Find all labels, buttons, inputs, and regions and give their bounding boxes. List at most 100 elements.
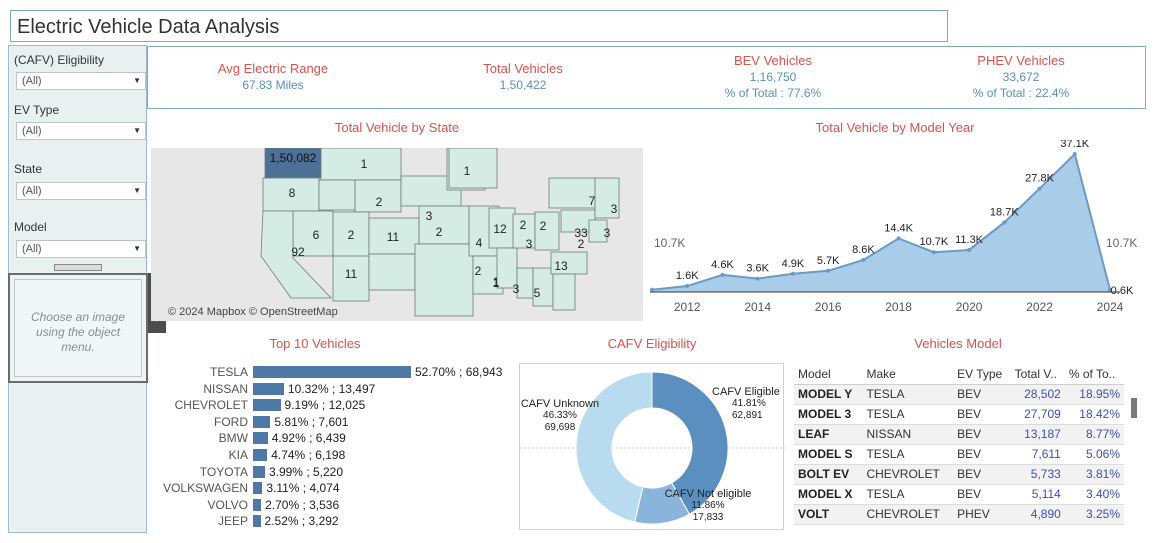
bar-value-label: 2.70% ; 3,536 bbox=[265, 497, 340, 512]
filter-select-state[interactable]: (All) ▼ bbox=[16, 182, 146, 200]
table-row[interactable]: MODEL X TESLA BEV 5,114 3.40% bbox=[794, 484, 1124, 505]
reference-label-right: 10.7K bbox=[1106, 236, 1137, 250]
page-title: Electric Vehicle Data Analysis bbox=[17, 16, 280, 38]
map-state[interactable] bbox=[552, 273, 576, 311]
map-state[interactable] bbox=[448, 148, 498, 189]
table-cell: 5.06% bbox=[1064, 444, 1124, 465]
filter-select-cafv[interactable]: (All) ▼ bbox=[16, 72, 146, 90]
kpi-panel: Avg Electric Range 67.83 Miles Total Veh… bbox=[147, 46, 1146, 109]
bar[interactable] bbox=[253, 465, 265, 478]
table-cell: BEV bbox=[953, 484, 1011, 505]
bar-value-label: 3.99% ; 5,220 bbox=[268, 464, 344, 479]
donut-label-not-eligible: CAFV Not eligible 11.86% 17,833 bbox=[660, 488, 756, 524]
bar-value-label: 4.92% ; 6,439 bbox=[271, 431, 346, 446]
table-column-header[interactable]: % of To.. bbox=[1064, 364, 1124, 385]
table-column-header[interactable]: EV Type bbox=[953, 364, 1011, 385]
map-label: 2 bbox=[540, 219, 547, 233]
state-map[interactable]: 1,50,082 1 8 2 1 6 92 2 11 3 2 12 2 4 3 … bbox=[151, 148, 643, 321]
cafv-title: CAFV Eligibility bbox=[607, 336, 697, 351]
kpi-avg-range: Avg Electric Range 67.83 Miles bbox=[198, 61, 348, 93]
filter-select-evtype[interactable]: (All) ▼ bbox=[16, 122, 146, 140]
table-cell: MODEL Y bbox=[794, 384, 863, 405]
bar[interactable] bbox=[253, 482, 263, 495]
image-object-panel[interactable]: Choose an image using the object menu. bbox=[8, 273, 148, 383]
map-label: 1,50,082 bbox=[270, 151, 317, 165]
bar-category-label: CHEVROLET bbox=[174, 398, 248, 413]
data-label: 4.9K bbox=[782, 258, 805, 270]
map-label: 7 bbox=[589, 194, 596, 208]
filter-value-cafv: (All) bbox=[22, 75, 42, 87]
reference-label-left: 10.7K bbox=[654, 236, 685, 250]
bar[interactable] bbox=[253, 415, 271, 428]
table-cell: 18.42% bbox=[1064, 404, 1124, 425]
table-row[interactable]: MODEL 3 TESLA BEV 27,709 18.42% bbox=[794, 404, 1124, 425]
data-point bbox=[826, 268, 831, 273]
bar-category-label: FORD bbox=[214, 414, 248, 429]
map-state[interactable] bbox=[534, 211, 560, 251]
kpi-title: PHEV Vehicles bbox=[977, 53, 1065, 68]
placeholder-line: menu. bbox=[61, 340, 95, 354]
bar-category-label: JEEP bbox=[217, 514, 248, 529]
resize-grip[interactable] bbox=[54, 264, 102, 271]
table-row[interactable]: LEAF NISSAN BEV 13,187 8.77% bbox=[794, 424, 1124, 445]
map-label: 3 bbox=[611, 202, 618, 216]
map-label: 2 bbox=[348, 228, 355, 242]
data-point bbox=[685, 284, 690, 289]
bar[interactable] bbox=[253, 366, 411, 378]
bar-category-label: TOYOTA bbox=[199, 464, 248, 479]
table-column-header[interactable]: Total V.. bbox=[1010, 364, 1065, 385]
table-header-row: Model Make EV Type Total V..% of To.. bbox=[794, 364, 1124, 385]
bar-value-label: 52.70% ; 68,943 bbox=[415, 365, 503, 379]
chevron-down-icon[interactable]: ▼ bbox=[133, 183, 141, 199]
chevron-down-icon[interactable]: ▼ bbox=[133, 123, 141, 139]
top10-title: Top 10 Vehicles bbox=[269, 336, 361, 351]
bar[interactable] bbox=[253, 432, 268, 445]
map-state[interactable] bbox=[368, 253, 416, 291]
table-scrollbar[interactable] bbox=[1131, 398, 1137, 418]
data-point bbox=[1037, 186, 1042, 191]
map-title: Total Vehicle by State bbox=[334, 120, 460, 135]
table-row[interactable]: BOLT EV CHEVROLET BEV 5,733 3.81% bbox=[794, 464, 1124, 485]
bar-value-label: 4.74% ; 6,198 bbox=[271, 448, 346, 462]
data-label: 1.6K bbox=[676, 270, 699, 282]
data-label: 37.1K bbox=[1060, 140, 1089, 150]
data-label: 14.4K bbox=[884, 222, 913, 234]
x-tick-label: 2024 bbox=[1097, 300, 1124, 314]
filter-label-model: Model bbox=[14, 220, 47, 234]
bar[interactable] bbox=[253, 498, 262, 511]
kpi-percent: % of Total : 22.4% bbox=[972, 86, 1070, 100]
kpi-value: 33,672 bbox=[1002, 70, 1040, 84]
data-label: 18.7K bbox=[990, 206, 1019, 218]
image-placeholder[interactable]: Choose an image using the object menu. bbox=[14, 279, 142, 377]
bar[interactable] bbox=[253, 399, 281, 412]
filter-label-evtype: EV Type bbox=[14, 103, 60, 117]
table-row[interactable]: VOLT CHEVROLET PHEV 4,890 3.25% bbox=[794, 504, 1124, 525]
table-column-header[interactable]: Model bbox=[794, 364, 863, 385]
bar[interactable] bbox=[253, 515, 261, 528]
vehicles-model-table[interactable]: Model Make EV Type Total V..% of To.. MODEL… bbox=[794, 364, 1124, 525]
kpi-total: Total Vehicles 1,50,422 bbox=[448, 61, 598, 93]
year-area-chart[interactable]: 1.6K 4.6K 3.6K 4.9K 5.7K 8.6K 14.4K 10.7K 11.3K 1… bbox=[650, 140, 1145, 320]
data-point bbox=[896, 236, 901, 241]
table-row[interactable]: MODEL Y TESLA BEV 28,502 18.95% bbox=[794, 384, 1124, 405]
kpi-phev: PHEV Vehicles 33,672 % of Total : 22.4% bbox=[946, 53, 1096, 101]
map-state[interactable] bbox=[516, 267, 534, 299]
filter-select-model[interactable]: (All) ▼ bbox=[16, 240, 146, 258]
table-row[interactable]: MODEL S TESLA BEV 7,611 5.06% bbox=[794, 444, 1124, 465]
kpi-title: Total Vehicles bbox=[483, 61, 563, 76]
table-cell: TESLA bbox=[862, 404, 954, 425]
kpi-bev: BEV Vehicles 1,16,750 % of Total : 77.6% bbox=[698, 53, 848, 101]
map-svg[interactable]: 1,50,082 1 8 2 1 6 92 2 11 3 2 12 2 4 3 … bbox=[151, 148, 643, 321]
map-state[interactable] bbox=[318, 179, 356, 211]
map-state-tx[interactable] bbox=[414, 243, 474, 317]
map-label: 2 bbox=[436, 225, 443, 239]
bar[interactable] bbox=[253, 449, 268, 461]
kpi-value: 1,50,422 bbox=[499, 78, 547, 92]
chevron-down-icon[interactable]: ▼ bbox=[133, 73, 141, 89]
bar[interactable] bbox=[253, 382, 284, 395]
bar-category-label: NISSAN bbox=[203, 381, 248, 396]
cafv-donut-box[interactable]: CAFV Eligible 41.81% 62,891 CAFV Unknown… bbox=[519, 363, 785, 530]
table-column-header[interactable]: Make bbox=[862, 364, 954, 385]
chevron-down-icon[interactable]: ▼ bbox=[133, 241, 141, 257]
x-tick-label: 2018 bbox=[885, 300, 912, 314]
